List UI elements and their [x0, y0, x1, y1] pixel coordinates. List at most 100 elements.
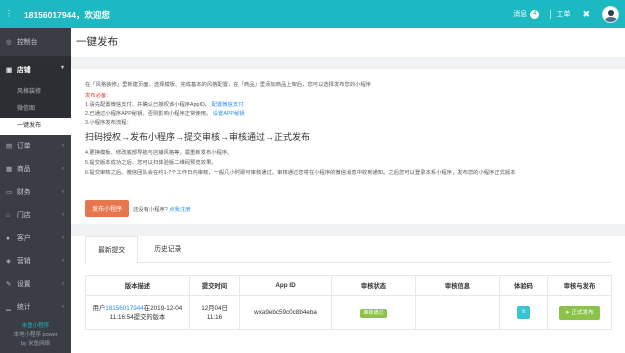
store-icon: ▣: [6, 67, 13, 74]
sidebar-subitem-wechat[interactable]: 微信图: [0, 101, 71, 118]
sidebar-item-label: 店铺: [17, 67, 31, 74]
sidebar-item-label: 客户: [17, 235, 31, 242]
sidebar-item-label: 财务: [17, 189, 31, 196]
customer-icon: ●: [6, 235, 10, 242]
sidebar-item-marketing[interactable]: ◈ 营销 ‹: [0, 250, 71, 273]
footer-by: by 米鱼网络: [20, 341, 51, 347]
config-pay-link[interactable]: 配置微信支付: [212, 102, 244, 108]
sidebar-item-store[interactable]: ▣ 店铺 ▾: [0, 57, 71, 84]
avatar[interactable]: [602, 5, 619, 23]
order-icon: ▤: [6, 143, 13, 150]
col-qr: 体验码: [499, 275, 548, 296]
tab-bar: 最新提交 历史记录: [85, 236, 611, 264]
desc-user-link[interactable]: 18156017944: [105, 305, 144, 312]
footer-brand: 米鱼小程序: [21, 323, 50, 329]
sidebar-item-finance[interactable]: ▭ 财务 ‹: [0, 181, 71, 204]
page-title: 一键发布: [76, 36, 118, 48]
sidebar-item-shops[interactable]: ⌂ 门店 ‹: [0, 204, 71, 227]
sidebar-item-label: 设置: [17, 281, 31, 288]
menu-dots-icon[interactable]: ⋮: [5, 10, 13, 18]
top-bar: ⋮ 18156017944，欢迎您 消息 4 工单 ✖: [0, 0, 625, 28]
hint-text: 还没有小程序?: [133, 207, 168, 213]
stats-icon: ▁: [6, 304, 11, 311]
sidebar-item-stats[interactable]: ▁ 统计 ‹: [0, 296, 71, 319]
note-5: 5.提交版本成功之后、您可以扫体验版二维码预览效果。: [85, 160, 217, 166]
submissions-panel: 最新提交 历史记录 版本描述 提交时间 App ID 审核状态 审核信息 体验码…: [71, 236, 625, 353]
divider: [550, 9, 552, 19]
time-clock: 11:16: [206, 313, 223, 321]
cell-qr: ≡: [499, 295, 548, 330]
wrench-icon[interactable]: ✖: [582, 9, 590, 20]
note-4: 4.更换模板、修改底部导航与店铺风格等，需重新发布小程序。: [85, 150, 233, 156]
col-publish: 审核与发布: [547, 275, 612, 296]
page-header: 一键发布: [71, 28, 625, 57]
desc-prefix: 用户: [92, 304, 106, 312]
chevron-left-icon: ‹: [62, 189, 64, 195]
register-hint: 还没有小程序? 点我注册: [133, 205, 190, 213]
col-time: 提交时间: [189, 275, 240, 296]
sidebar-item-orders[interactable]: ▤ 订单 ‹: [0, 135, 71, 158]
sidebar-item-label: 统计: [17, 304, 31, 311]
table-row: 用户18156017944在2019-12-04 11:16:54提交的版本 1…: [85, 295, 612, 330]
chevron-left-icon: ‹: [62, 304, 64, 310]
register-link[interactable]: 点我注册: [169, 207, 190, 213]
instructions-panel: 在「风格装修」里新建页面、选择模板、完成基本的风格配置，在「商品」里添加商品上架…: [71, 69, 625, 224]
requirement-text: 2.已通过小程序APP秘钥、否则影响小程序正常使用。: [85, 111, 212, 117]
cell-desc: 用户18156017944在2019-12-04 11:16:54提交的版本: [85, 295, 190, 330]
finance-icon: ▭: [6, 189, 13, 196]
col-desc: 版本描述: [85, 275, 190, 296]
formal-publish-label: 正式发布: [571, 309, 594, 316]
chevron-left-icon: ‹: [62, 235, 64, 241]
intro-text: 在「风格装修」里新建页面、选择模板、完成基本的风格配置，在「商品」里添加商品上架…: [85, 82, 372, 88]
sidebar-item-label: 控制台: [17, 38, 38, 46]
col-appid: App ID: [239, 275, 332, 296]
sidebar-subitem-publish[interactable]: 一键发布: [0, 118, 71, 135]
sidebar-item-goods[interactable]: ▦ 商品 ‹: [0, 158, 71, 181]
sidebar-item-customers[interactable]: ● 客户 ‹: [0, 227, 71, 250]
required-title: 发布必备：: [85, 93, 112, 99]
status-badge: 审核通过: [360, 308, 387, 318]
paper-plane-icon: ➤: [565, 309, 570, 316]
tab-history[interactable]: 历史记录: [142, 236, 193, 263]
cell-status: 审核通过: [331, 295, 416, 330]
settings-icon: ✎: [6, 281, 12, 288]
table-header-row: 版本描述 提交时间 App ID 审核状态 审核信息 体验码 审核与发布: [85, 275, 612, 296]
requirement-1: 1.请先配置微信支付、并确认已授权该小程序AppID。 配置微信支付: [85, 100, 243, 108]
sidebar-footer: 米鱼小程序 本地小程序 power by 米鱼网络: [0, 322, 71, 353]
sidebar: ◎ 控制台 ▣ 店铺 ▾ 风格装修 微信图 一键发布 ▤ 订单 ‹ ▦ 商品 ‹…: [0, 28, 71, 353]
cell-appid: wxa9ebc59c0c8b4eba: [239, 295, 332, 330]
cell-publish: ➤ 正式发布: [547, 295, 612, 330]
marketing-icon: ◈: [6, 258, 11, 265]
submissions-table: 版本描述 提交时间 App ID 审核状态 审核信息 体验码 审核与发布 用户1…: [85, 275, 612, 330]
cell-time: 12月04日 11:16: [189, 295, 240, 330]
sidebar-item-label: 商品: [17, 166, 31, 173]
sidebar-item-label: 订单: [17, 143, 31, 150]
requirement-2: 2.已通过小程序APP秘钥、否则影响小程序正常使用。 设置APP秘钥: [85, 109, 245, 117]
publish-flow: 扫码授权→发布小程序→提交审核→审核通过→正式发布: [85, 132, 311, 142]
chevron-down-icon: ▾: [60, 65, 64, 71]
set-secret-link[interactable]: 设置APP秘钥: [213, 111, 245, 117]
publish-miniprogram-button[interactable]: 发布小程序: [85, 200, 129, 217]
workorder-link[interactable]: 工单: [556, 9, 570, 19]
messages-link[interactable]: 消息: [513, 9, 527, 19]
sidebar-subitem-style[interactable]: 风格装修: [0, 84, 71, 101]
tab-latest[interactable]: 最新提交: [85, 236, 139, 264]
qrcode-icon[interactable]: ≡: [517, 306, 530, 319]
chevron-left-icon: ‹: [62, 143, 64, 149]
dashboard-icon: ◎: [6, 38, 12, 46]
goods-icon: ▦: [6, 166, 13, 173]
col-info: 审核信息: [415, 275, 500, 296]
sidebar-item-settings[interactable]: ✎ 设置 ‹: [0, 273, 71, 296]
chevron-left-icon: ‹: [62, 166, 64, 172]
chevron-left-icon: ‹: [62, 212, 64, 218]
sidebar-item-dashboard[interactable]: ◎ 控制台: [0, 28, 71, 57]
chevron-left-icon: ‹: [62, 281, 64, 287]
shop-icon: ⌂: [6, 212, 10, 219]
col-status: 审核状态: [331, 275, 416, 296]
requirement-text: 1.请先配置微信支付、并确认已授权该小程序AppID。: [85, 102, 211, 108]
cell-info: [415, 295, 500, 330]
requirement-3: 3.小程序发布流程：: [85, 120, 132, 126]
formal-publish-button[interactable]: ➤ 正式发布: [559, 305, 600, 320]
footer-power: 本地小程序 power: [13, 332, 58, 338]
note-6: 6.提交审核之后、微信团队会在约1-7个工作日内审核，一般几小时即可审核通过。审…: [85, 170, 516, 176]
